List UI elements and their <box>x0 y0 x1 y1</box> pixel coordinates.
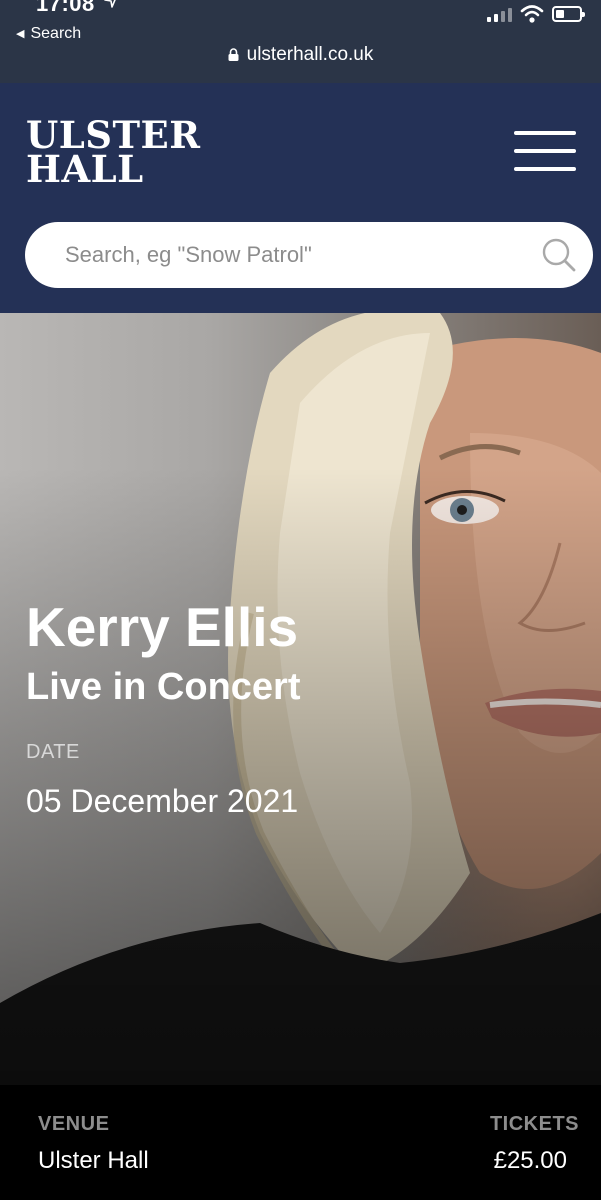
back-triangle-icon: ◀ <box>16 28 25 40</box>
hamburger-icon-bar <box>514 167 576 171</box>
hamburger-menu-button[interactable] <box>514 131 576 171</box>
venue-name: Ulster Hall <box>38 1147 149 1174</box>
ulster-hall-logo[interactable]: ULSTER HALL <box>26 117 201 191</box>
battery-icon <box>552 6 585 22</box>
hamburger-icon-bar <box>514 149 576 153</box>
location-arrow-icon <box>104 0 116 8</box>
event-date: 05 December 2021 <box>26 783 299 819</box>
clock: 17:08 <box>36 0 95 16</box>
hamburger-icon-bar <box>514 131 576 135</box>
browser-status-bar: 17:08 ◀ Search ulsterhall.co.uk <box>0 0 601 83</box>
event-title: Kerry Ellis <box>26 596 299 658</box>
back-label: Search <box>30 25 82 42</box>
date-label: DATE <box>26 741 80 763</box>
cell-signal-icon <box>487 8 512 22</box>
battery-level <box>556 10 564 18</box>
wifi-icon <box>520 5 544 23</box>
event-info-bar: VENUE Ulster Hall TICKETS £25.00 <box>0 1085 601 1200</box>
search-box <box>25 222 593 288</box>
search-icon[interactable] <box>541 237 577 273</box>
event-hero: Kerry Ellis Live in Concert DATE 05 Dece… <box>0 313 601 1085</box>
search-input[interactable] <box>65 222 525 288</box>
event-subtitle: Live in Concert <box>26 666 301 708</box>
logo-line-2: HALL <box>26 147 144 191</box>
lock-icon <box>228 48 239 61</box>
back-to-search-link[interactable]: ◀ Search <box>16 25 81 43</box>
venue-label: VENUE <box>38 1113 110 1135</box>
address-bar[interactable]: ulsterhall.co.uk <box>0 44 601 66</box>
tickets-label: TICKETS <box>489 1113 579 1135</box>
url-text: ulsterhall.co.uk <box>246 44 374 65</box>
ticket-price: £25.00 <box>493 1147 567 1174</box>
site-header: ULSTER HALL <box>0 83 601 313</box>
